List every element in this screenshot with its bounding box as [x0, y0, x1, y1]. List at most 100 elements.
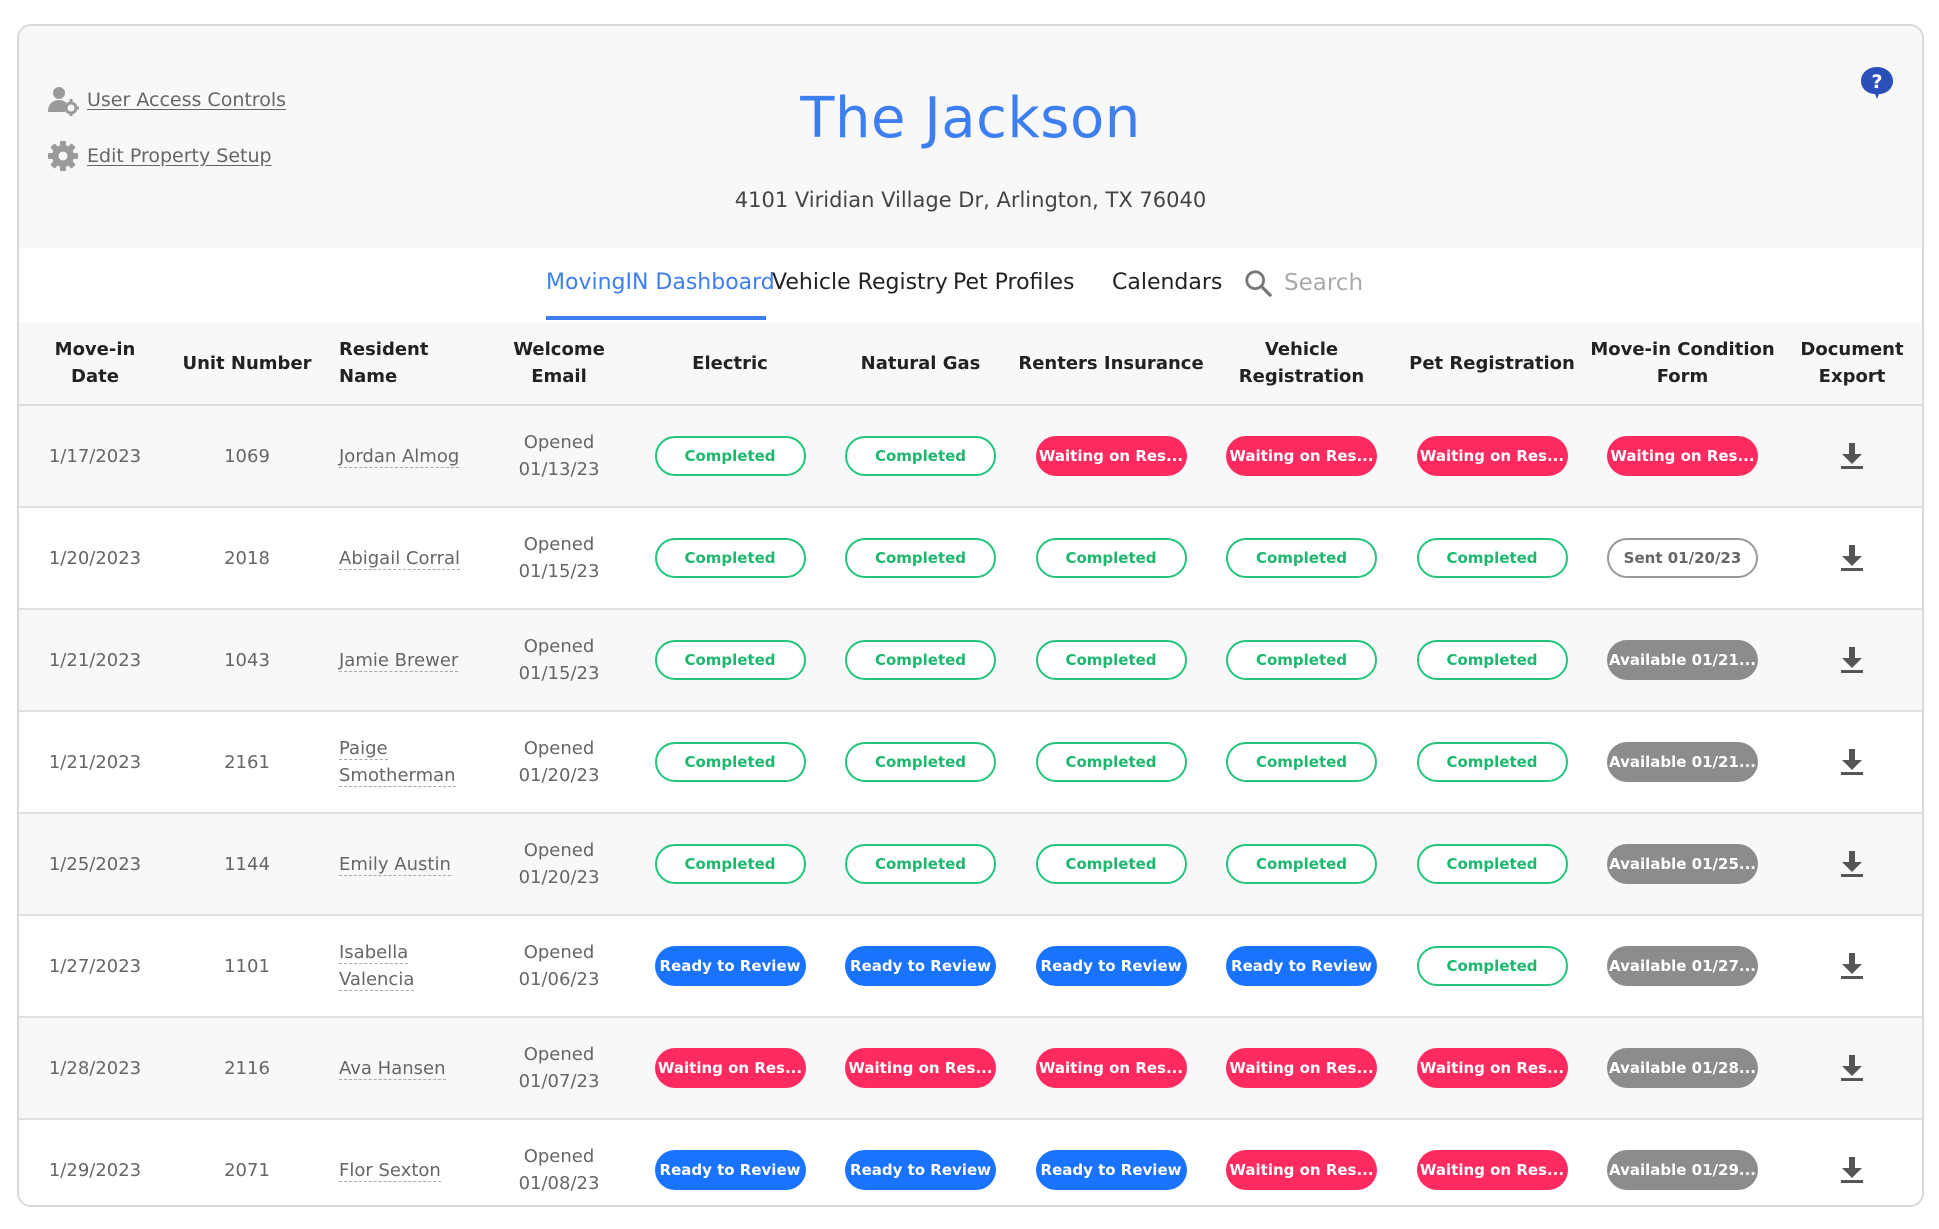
- vehicle-registration-status-badge[interactable]: Completed: [1226, 742, 1377, 782]
- download-icon[interactable]: [1839, 952, 1865, 980]
- natural-gas-status-badge[interactable]: Completed: [845, 844, 996, 884]
- column-header-line: Welcome: [513, 339, 605, 360]
- download-icon[interactable]: [1839, 544, 1865, 572]
- pet-registration-status-badge[interactable]: Waiting on Res...: [1416, 1150, 1568, 1190]
- pet-registration-status-badge[interactable]: Waiting on Res...: [1416, 436, 1568, 476]
- resident-name[interactable]: Paige Smotherman: [339, 735, 456, 789]
- search-icon[interactable]: [1244, 269, 1272, 297]
- resident-name-cell: Abigail Corral: [339, 508, 483, 608]
- resident-name[interactable]: Jamie Brewer: [339, 647, 459, 674]
- resident-name-cell: Ava Hansen: [339, 1018, 483, 1118]
- tab-movingin-dashboard[interactable]: MovingIN Dashboard: [546, 248, 775, 320]
- download-icon[interactable]: [1839, 646, 1865, 674]
- electric-status-badge[interactable]: Completed: [654, 640, 806, 680]
- renters-insurance-status-badge[interactable]: Completed: [1035, 844, 1187, 884]
- move-in-condition-form-status-badge[interactable]: Available 01/29...: [1607, 1150, 1758, 1190]
- vehicle-registration-status-badge[interactable]: Waiting on Res...: [1226, 1150, 1377, 1190]
- document-export-cell: [1778, 610, 1922, 710]
- pet-registration-status-badge[interactable]: Completed: [1416, 844, 1568, 884]
- download-icon[interactable]: [1839, 1156, 1865, 1184]
- electric-cell: Ready to Review: [635, 916, 825, 1016]
- electric-status-badge[interactable]: Ready to Review: [654, 946, 806, 986]
- pet-registration-status-badge[interactable]: Completed: [1416, 946, 1568, 986]
- move-in-condition-form-status-badge[interactable]: Available 01/25...: [1607, 844, 1758, 884]
- column-header-line: Registration: [1238, 366, 1365, 387]
- property-name: The Jackson: [800, 86, 1141, 151]
- pet-registration-status-badge[interactable]: Completed: [1416, 742, 1568, 782]
- pet-registration-status-badge[interactable]: Completed: [1416, 640, 1568, 680]
- table-row: 1/17/2023 1069 Jordan Almog Opened 01/13/23 C…: [19, 406, 1922, 508]
- natural-gas-status-badge[interactable]: Completed: [845, 640, 996, 680]
- download-icon[interactable]: [1839, 748, 1865, 776]
- electric-cell: Completed: [635, 814, 825, 914]
- natural-gas-status-badge[interactable]: Ready to Review: [845, 1150, 996, 1190]
- unit-number: 1069: [224, 445, 270, 467]
- electric-status-badge[interactable]: Completed: [654, 436, 806, 476]
- column-header-move-in-date: Move-in Date: [19, 322, 171, 404]
- natural-gas-status-badge[interactable]: Completed: [845, 538, 996, 578]
- pet-registration-cell: Waiting on Res...: [1397, 406, 1587, 506]
- vehicle-registration-status-badge[interactable]: Completed: [1226, 640, 1377, 680]
- natural-gas-status-badge[interactable]: Completed: [845, 436, 996, 476]
- table-header-row: Move-in Date Unit Number Resident Name Welcom…: [19, 322, 1922, 406]
- vehicle-registration-status-badge[interactable]: Waiting on Res...: [1226, 436, 1377, 476]
- electric-status-badge[interactable]: Completed: [654, 742, 806, 782]
- natural-gas-status-badge[interactable]: Completed: [845, 742, 996, 782]
- move-in-condition-form-cell: Sent 01/20/23: [1587, 508, 1778, 608]
- renters-insurance-status-badge[interactable]: Waiting on Res...: [1035, 436, 1187, 476]
- move-in-condition-form-status-badge[interactable]: Waiting on Res...: [1607, 436, 1758, 476]
- vehicle-registration-status-badge[interactable]: Completed: [1226, 538, 1377, 578]
- natural-gas-status-badge[interactable]: Ready to Review: [845, 946, 996, 986]
- download-icon[interactable]: [1839, 1054, 1865, 1082]
- pet-registration-status-badge[interactable]: Completed: [1416, 538, 1568, 578]
- move-in-condition-form-cell: Available 01/29...: [1587, 1120, 1778, 1205]
- download-icon[interactable]: [1839, 850, 1865, 878]
- electric-status-badge[interactable]: Completed: [654, 538, 806, 578]
- tab-pet-profiles[interactable]: Pet Profiles: [953, 248, 1075, 320]
- welcome-email-line: Opened: [523, 738, 595, 759]
- electric-status-badge[interactable]: Waiting on Res...: [654, 1048, 806, 1088]
- welcome-email-status: Opened 01/06/23: [483, 916, 635, 1016]
- vehicle-registration-cell: Completed: [1206, 712, 1397, 812]
- help-question-icon[interactable]: ?: [1860, 66, 1894, 100]
- vehicle-registration-status-badge[interactable]: Waiting on Res...: [1226, 1048, 1377, 1088]
- vehicle-registration-status-badge[interactable]: Ready to Review: [1226, 946, 1377, 986]
- renters-insurance-status-badge[interactable]: Completed: [1035, 640, 1187, 680]
- search-input[interactable]: [1284, 270, 1414, 296]
- welcome-email-line: Opened: [523, 636, 595, 657]
- welcome-email-line: 01/06/23: [518, 969, 600, 990]
- resident-name[interactable]: Emily Austin: [339, 851, 451, 878]
- tab-calendars[interactable]: Calendars: [1112, 248, 1222, 320]
- electric-cell: Completed: [635, 508, 825, 608]
- tab-vehicle-registry[interactable]: Vehicle Registry: [772, 248, 948, 320]
- document-export-cell: [1778, 508, 1922, 608]
- dashboard-card: User Access Controls Edit Property Setup…: [17, 24, 1924, 1207]
- renters-insurance-cell: Ready to Review: [1016, 1120, 1206, 1205]
- renters-insurance-status-badge[interactable]: Completed: [1035, 538, 1187, 578]
- resident-name[interactable]: Ava Hansen: [339, 1055, 446, 1082]
- vehicle-registration-status-badge[interactable]: Completed: [1226, 844, 1377, 884]
- renters-insurance-status-badge[interactable]: Ready to Review: [1035, 1150, 1187, 1190]
- electric-status-badge[interactable]: Ready to Review: [654, 1150, 806, 1190]
- move-in-condition-form-status-badge[interactable]: Available 01/21...: [1607, 640, 1758, 680]
- renters-insurance-status-badge[interactable]: Ready to Review: [1035, 946, 1187, 986]
- electric-status-badge[interactable]: Completed: [654, 844, 806, 884]
- resident-name-cell: Isabella Valencia: [339, 916, 483, 1016]
- electric-cell: Waiting on Res...: [635, 1018, 825, 1118]
- natural-gas-status-badge[interactable]: Waiting on Res...: [845, 1048, 996, 1088]
- download-icon[interactable]: [1839, 442, 1865, 470]
- pet-registration-status-badge[interactable]: Waiting on Res...: [1416, 1048, 1568, 1088]
- move-in-condition-form-status-badge[interactable]: Available 01/21...: [1607, 742, 1758, 782]
- move-in-condition-form-status-badge[interactable]: Available 01/27...: [1607, 946, 1758, 986]
- resident-name[interactable]: Flor Sexton: [339, 1157, 441, 1184]
- move-in-condition-form-status-badge[interactable]: Available 01/28...: [1607, 1048, 1758, 1088]
- resident-name[interactable]: Isabella Valencia: [339, 939, 415, 993]
- resident-name[interactable]: Jordan Almog: [339, 443, 460, 470]
- column-header-renters-insurance: Renters Insurance: [1016, 322, 1206, 404]
- move-in-date: 1/25/2023: [48, 853, 142, 875]
- document-export-cell: [1778, 814, 1922, 914]
- renters-insurance-status-badge[interactable]: Waiting on Res...: [1035, 1048, 1187, 1088]
- renters-insurance-status-badge[interactable]: Completed: [1035, 742, 1187, 782]
- move-in-condition-form-status-badge[interactable]: Sent 01/20/23: [1607, 538, 1758, 578]
- resident-name[interactable]: Abigail Corral: [339, 545, 461, 572]
